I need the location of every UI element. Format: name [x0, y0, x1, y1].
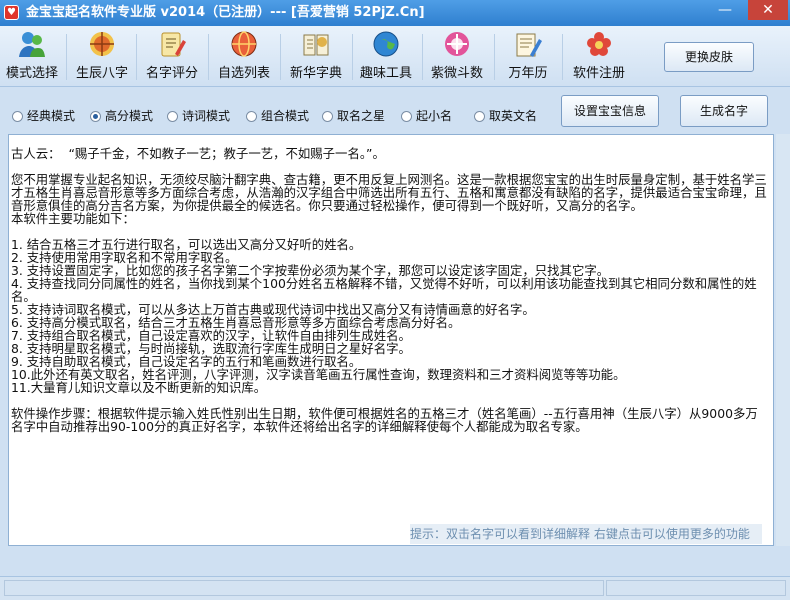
ziwei-icon	[442, 30, 472, 58]
list-globe-icon	[229, 30, 259, 58]
status-cell-right	[606, 580, 786, 596]
text-line: 4. 支持查找同分同属性的姓名，当你找到某个100分姓名五格解释不错，又觉得不好…	[11, 276, 757, 304]
toolbar-label: 趣味工具	[359, 66, 412, 81]
radio-label: 诗词模式	[182, 109, 231, 123]
toolbar-label: 生辰八字	[75, 66, 128, 81]
toolbar-label: 紫微斗数	[430, 66, 483, 81]
set-baby-info-button[interactable]: 设置宝宝信息	[561, 95, 659, 127]
text-line: 古人云： “赐子千金，不如教子一艺；教子一艺，不如赐子一名。”。	[11, 146, 385, 161]
toolbar-mode-select[interactable]: 模式选择	[2, 30, 62, 84]
radio-label: 起小名	[416, 109, 453, 123]
text-line: 软件操作步骤：根据软件提示输入姓氏性别出生日期，软件便可根据姓名的五格三才（姓名…	[11, 406, 758, 434]
toolbar-separator	[66, 34, 67, 80]
toolbar-separator	[422, 34, 423, 80]
change-skin-button[interactable]: 更换皮肤	[664, 42, 754, 72]
toolbar-separator	[208, 34, 209, 80]
close-button[interactable]: ✕	[748, 0, 788, 20]
toolbar-separator	[280, 34, 281, 80]
toolbar-birth-chart[interactable]: 生辰八字	[72, 30, 132, 84]
window-title: 金宝宝起名软件专业版 v2014（已注册）--- [吾爱营销 52PjZ.Cn]	[26, 5, 425, 20]
astrology-icon	[87, 30, 117, 58]
main-toolbar: 模式选择 生辰八字 名字评分 自选列表 新华字典 趣味工具 紫微斗数 万年历 软…	[0, 26, 790, 87]
radio-dot-selected[interactable]	[90, 111, 101, 122]
score-notepad-icon	[157, 30, 187, 58]
radio-high-score-mode[interactable]: 高分模式	[90, 107, 153, 124]
toolbar-label: 名字评分	[145, 66, 198, 81]
toolbar-label: 新华字典	[289, 66, 342, 81]
radio-dot[interactable]	[246, 111, 257, 122]
radio-poetry-mode[interactable]: 诗词模式	[167, 107, 230, 124]
toolbar-separator	[562, 34, 563, 80]
radio-label: 取英文名	[489, 109, 538, 123]
toolbar-custom-list[interactable]: 自选列表	[214, 30, 274, 84]
users-icon	[17, 30, 47, 58]
toolbar-label: 自选列表	[217, 66, 270, 81]
radio-dot[interactable]	[12, 111, 23, 122]
radio-combo-mode[interactable]: 组合模式	[246, 107, 309, 124]
status-bar	[0, 576, 790, 600]
toolbar-ziwei[interactable]: 紫微斗数	[426, 30, 488, 84]
radio-dot[interactable]	[167, 111, 178, 122]
register-flower-icon	[584, 30, 614, 58]
radio-label: 经典模式	[27, 109, 76, 123]
text-line: 您不用掌握专业起名知识，无须绞尽脑汁翻字典、查古籍，更不用反复上网测名。这是一款…	[11, 172, 767, 213]
radio-label: 组合模式	[261, 109, 310, 123]
minimize-button[interactable]: —	[710, 0, 740, 20]
calendar-pen-icon	[513, 30, 543, 58]
app-heart-icon: ♥	[4, 5, 19, 20]
toolbar-register[interactable]: 软件注册	[568, 30, 630, 84]
vertical-scrollbar[interactable]	[776, 134, 790, 546]
status-cell-main	[4, 580, 604, 596]
radio-label: 高分模式	[105, 109, 154, 123]
mode-bar: 经典模式 高分模式 诗词模式 组合模式 取名之星 起小名 取英文名 设置宝宝信息…	[0, 87, 790, 133]
toolbar-label: 软件注册	[572, 66, 625, 81]
title-bar[interactable]: ♥ 金宝宝起名软件专业版 v2014（已注册）--- [吾爱营销 52PjZ.C…	[0, 0, 790, 26]
toolbar-label: 万年历	[508, 66, 548, 81]
radio-name-star[interactable]: 取名之星	[322, 107, 385, 124]
radio-dot[interactable]	[401, 111, 412, 122]
radio-dot[interactable]	[322, 111, 333, 122]
radio-dot[interactable]	[474, 111, 485, 122]
toolbar-separator	[494, 34, 495, 80]
toolbar-name-score[interactable]: 名字评分	[142, 30, 202, 84]
toolbar-fun-tools[interactable]: 趣味工具	[356, 30, 416, 84]
generate-names-button[interactable]: 生成名字	[680, 95, 768, 127]
radio-english-name[interactable]: 取英文名	[474, 107, 537, 124]
text-line: 11.大量育儿知识文章以及不断更新的知识库。	[11, 380, 267, 395]
radio-nickname[interactable]: 起小名	[401, 107, 452, 124]
dictionary-icon	[301, 30, 331, 58]
text-line: 本软件主要功能如下：	[11, 211, 135, 226]
toolbar-calendar[interactable]: 万年历	[500, 30, 556, 84]
toolbar-label: 模式选择	[5, 66, 58, 81]
toolbar-dictionary[interactable]: 新华字典	[286, 30, 346, 84]
radio-classic-mode[interactable]: 经典模式	[12, 107, 75, 124]
usage-hint: 提示：双击名字可以看到详细解释 右键点击可以使用更多的功能	[410, 524, 762, 544]
intro-text-panel[interactable]: 古人云： “赐子千金，不如教子一艺；教子一艺，不如赐子一名。”。 您不用掌握专业…	[8, 134, 774, 546]
radio-label: 取名之星	[337, 109, 386, 123]
fun-tools-globe-icon	[371, 30, 401, 58]
toolbar-separator	[352, 34, 353, 80]
toolbar-separator	[136, 34, 137, 80]
